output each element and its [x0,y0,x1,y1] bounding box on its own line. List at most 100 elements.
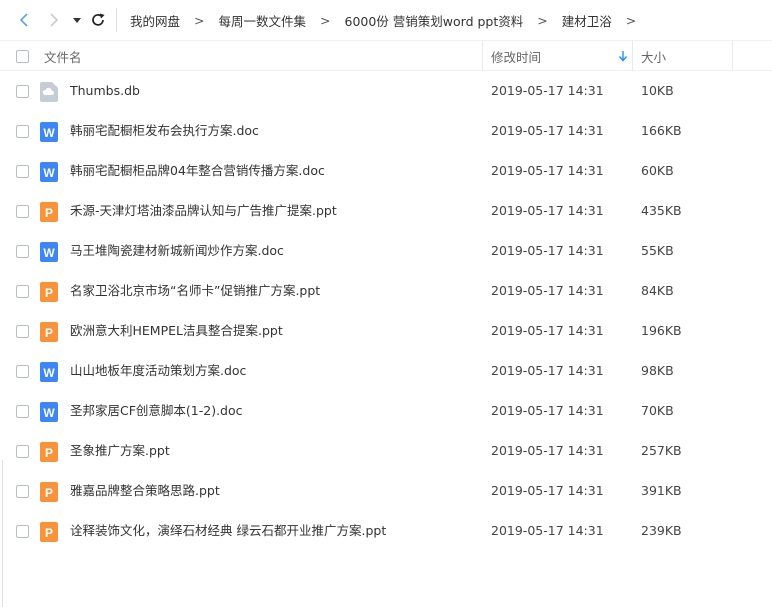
scroll-edge [2,460,3,607]
svg-text:W: W [43,166,55,180]
row-checkbox[interactable] [16,525,29,538]
file-name[interactable]: 圣邦家居CF创意脚本(1-2).doc [70,391,243,431]
file-row[interactable]: W 山山地板年度活动策划方案.doc 2019-05-17 14:31 98KB [0,351,772,391]
refresh-icon [92,13,105,26]
file-size: 98KB [641,363,674,378]
caret-down-icon [73,18,81,23]
ppt-icon: P [40,522,58,542]
file-size: 435KB [641,203,682,218]
breadcrumb-item-building-sanitary[interactable]: 建材卫浴 [562,11,612,30]
row-checkbox[interactable] [16,365,29,378]
svg-text:P: P [45,526,53,540]
file-row[interactable]: W 马王堆陶瓷建材新城新闻炒作方案.doc 2019-05-17 14:31 55KB [0,231,772,271]
ppt-icon: P [40,322,58,342]
file-modified-date: 2019-05-17 14:31 [491,363,604,378]
chevron-left-icon [19,13,28,27]
svg-text:P: P [45,486,53,500]
select-all-checkbox-wrap [16,41,29,71]
file-row[interactable]: P 欧洲意大利HEMPEL洁具整合提案.ppt 2019-05-17 14:31 19… [0,311,772,351]
select-all-checkbox[interactable] [16,49,29,63]
chevron-right-icon [50,13,59,27]
column-divider[interactable] [632,41,633,71]
file-name[interactable]: 圣象推广方案.ppt [70,431,170,471]
breadcrumb-item-marketing-docs[interactable]: 6000份 营销策划word ppt资料 [345,11,524,30]
file-size: 55KB [641,243,674,258]
sort-arrow-down-icon[interactable] [618,41,628,71]
file-name[interactable]: 禾源-天津灯塔油漆品牌认知与广告推广提案.ppt [70,191,337,231]
ppt-icon: P [40,202,58,222]
svg-text:W: W [43,406,55,420]
row-checkbox[interactable] [16,165,29,178]
row-checkbox[interactable] [16,445,29,458]
file-name[interactable]: 韩丽宅配橱柜发布会执行方案.doc [70,111,259,151]
file-size: 60KB [641,163,674,178]
row-checkbox[interactable] [16,85,29,98]
breadcrumb-separator: > [625,12,637,28]
word-doc-icon: W [40,362,58,382]
breadcrumb: 我的网盘 > 每周一数文件集 > 6000份 营销策划word ppt资料 > … [130,0,650,40]
file-name[interactable]: 山山地板年度活动策划方案.doc [70,351,246,391]
file-size: 239KB [641,523,682,538]
file-name[interactable]: 名家卫浴北京市场“名师卡”促销推广方案.ppt [70,271,320,311]
file-name[interactable]: 诠释装饰文化，演绎石材经典 绿云石都开业推广方案.ppt [70,511,386,551]
file-row[interactable]: P 圣象推广方案.ppt 2019-05-17 14:31 257KB [0,431,772,471]
history-dropdown-button[interactable] [71,13,83,27]
file-size: 166KB [641,123,682,138]
file-size: 196KB [641,323,682,338]
row-checkbox[interactable] [16,125,29,138]
breadcrumb-item-weekly-files[interactable]: 每周一数文件集 [219,11,307,30]
file-modified-date: 2019-05-17 14:31 [491,403,604,418]
back-button[interactable] [14,10,34,30]
svg-text:W: W [43,366,55,380]
file-modified-date: 2019-05-17 14:31 [491,483,604,498]
ppt-icon: P [40,482,58,502]
column-divider[interactable] [732,41,733,71]
word-doc-icon: W [40,402,58,422]
row-checkbox[interactable] [16,405,29,418]
file-row[interactable]: W 圣邦家居CF创意脚本(1-2).doc 2019-05-17 14:31 70KB [0,391,772,431]
breadcrumb-separator: > [194,12,205,28]
cloud-file-icon [40,82,58,102]
file-size: 391KB [641,483,682,498]
file-list-header: 文件名 修改时间 大小 [0,40,772,71]
breadcrumb-item-my-drive[interactable]: 我的网盘 [130,11,180,30]
file-row[interactable]: W 韩丽宅配橱柜发布会执行方案.doc 2019-05-17 14:31 166KB [0,111,772,151]
row-checkbox[interactable] [16,245,29,258]
word-doc-icon: W [40,162,58,182]
breadcrumb-separator: > [320,12,331,28]
file-modified-date: 2019-05-17 14:31 [491,243,604,258]
file-name[interactable]: 马王堆陶瓷建材新城新闻炒作方案.doc [70,231,284,271]
svg-text:P: P [45,286,53,300]
file-row[interactable]: Thumbs.db 2019-05-17 14:31 10KB [0,71,772,111]
column-divider[interactable] [482,41,483,71]
file-size: 257KB [641,443,682,458]
file-row[interactable]: P 雅嘉品牌整合策略思路.ppt 2019-05-17 14:31 391KB [0,471,772,511]
file-modified-date: 2019-05-17 14:31 [491,443,604,458]
row-checkbox[interactable] [16,285,29,298]
file-name[interactable]: 欧洲意大利HEMPEL洁具整合提案.ppt [70,311,283,351]
column-header-name[interactable]: 文件名 [44,41,82,71]
row-checkbox[interactable] [16,325,29,338]
file-row[interactable]: P 名家卫浴北京市场“名师卡”促销推广方案.ppt 2019-05-17 14:31… [0,271,772,311]
file-row[interactable]: P 诠释装饰文化，演绎石材经典 绿云石都开业推广方案.ppt 2019-05-17 … [0,511,772,551]
file-name[interactable]: 雅嘉品牌整合策略思路.ppt [70,471,220,511]
column-header-date[interactable]: 修改时间 [491,41,541,71]
ppt-icon: P [40,282,58,302]
forward-button[interactable] [44,10,64,30]
ppt-icon: P [40,442,58,462]
refresh-button[interactable] [88,10,108,30]
file-row[interactable]: W 韩丽宅配橱柜品牌04年整合营销传播方案.doc 2019-05-17 14:31… [0,151,772,191]
column-header-size[interactable]: 大小 [641,41,666,71]
file-row[interactable]: P 禾源-天津灯塔油漆品牌认知与广告推广提案.ppt 2019-05-17 14:3… [0,191,772,231]
file-size: 84KB [641,283,674,298]
svg-text:P: P [45,446,53,460]
file-size: 10KB [641,83,674,98]
svg-text:W: W [43,126,55,140]
file-modified-date: 2019-05-17 14:31 [491,523,604,538]
file-modified-date: 2019-05-17 14:31 [491,283,604,298]
file-name[interactable]: Thumbs.db [70,71,140,111]
word-doc-icon: W [40,242,58,262]
file-name[interactable]: 韩丽宅配橱柜品牌04年整合营销传播方案.doc [70,151,325,191]
row-checkbox[interactable] [16,485,29,498]
row-checkbox[interactable] [16,205,29,218]
